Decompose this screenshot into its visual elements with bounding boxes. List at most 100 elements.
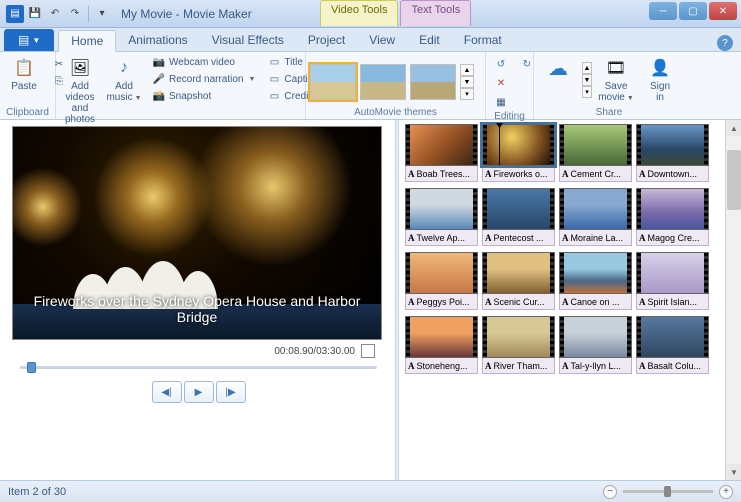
scrollbar-thumb[interactable] [727, 150, 741, 210]
clip-item: ASpirit Islan... [636, 252, 709, 310]
clip-thumbnail[interactable] [405, 188, 478, 230]
automovie-theme-2[interactable] [360, 64, 406, 100]
tab-format[interactable]: Format [452, 29, 514, 51]
clip-caption[interactable]: AMagog Cre... [636, 230, 709, 246]
undo-icon[interactable]: ↶ [46, 5, 64, 23]
tab-project[interactable]: Project [296, 29, 357, 51]
clip-thumbnail[interactable] [636, 252, 709, 294]
contextual-tab-video-tools[interactable]: Video Tools [320, 0, 398, 26]
theme-scroll-up[interactable]: ▲ [460, 64, 474, 76]
automovie-theme-1[interactable] [310, 64, 356, 100]
clip-caption[interactable]: ABasalt Colu... [636, 358, 709, 374]
seek-thumb[interactable] [27, 362, 36, 373]
clip-item: ARiver Tham... [482, 316, 555, 374]
sign-in-button[interactable]: 👤 Sign in [640, 54, 680, 105]
playhead[interactable] [499, 125, 500, 165]
group-label-share: Share [538, 106, 680, 119]
rotate-left-button[interactable]: ↺ [490, 56, 512, 72]
zoom-in-button[interactable]: + [719, 485, 733, 499]
maximize-button[interactable]: ▢ [679, 2, 707, 20]
clip-caption[interactable]: ARiver Tham... [482, 358, 555, 374]
clip-thumbnail[interactable] [482, 252, 555, 294]
share-expand[interactable]: ▾ [582, 86, 592, 98]
paste-button[interactable]: 📋 Paste [4, 54, 44, 94]
clip-caption[interactable]: ABoab Trees... [405, 166, 478, 182]
share-scroll-down[interactable]: ▼ [582, 74, 592, 86]
preview-player[interactable]: Fireworks over the Sydney Opera House an… [12, 126, 382, 340]
automovie-theme-3[interactable] [410, 64, 456, 100]
clip-caption[interactable]: ADowntown... [636, 166, 709, 182]
clip-thumbnail[interactable] [482, 316, 555, 358]
storyboard-scrollbar[interactable]: ▲ ▼ [725, 120, 741, 480]
clip-caption[interactable]: AFireworks o... [482, 166, 555, 182]
zoom-slider[interactable] [623, 490, 713, 493]
fullscreen-button[interactable] [361, 344, 375, 358]
redo-icon[interactable]: ↷ [66, 5, 84, 23]
group-label-editing: Editing [490, 110, 529, 123]
add-music-button[interactable]: ♪ Add music▼ [104, 54, 144, 105]
clip-thumbnail[interactable] [482, 124, 555, 166]
share-scroll-up[interactable]: ▲ [582, 62, 592, 74]
tab-visual-effects[interactable]: Visual Effects [200, 29, 296, 51]
scroll-up-button[interactable]: ▲ [727, 120, 741, 136]
time-display: 00:08.90/03:30.00 [274, 346, 355, 357]
app-menu-icon[interactable]: ▤ [6, 5, 24, 23]
select-all-button[interactable]: ▦ [490, 94, 512, 110]
minimize-button[interactable]: ─ [649, 2, 677, 20]
clip-thumbnail[interactable] [405, 252, 478, 294]
clip-caption[interactable]: APentecost ... [482, 230, 555, 246]
clip-thumbnail[interactable] [636, 188, 709, 230]
clip-caption[interactable]: AMoraine La... [559, 230, 632, 246]
help-button[interactable]: ? [717, 35, 733, 51]
storyboard: ABoab Trees...AFireworks o...ACement Cr.… [399, 120, 741, 480]
remove-button[interactable]: ✕ [490, 75, 512, 91]
clip-caption[interactable]: ATal-y-llyn L... [559, 358, 632, 374]
clip-thumbnail[interactable] [559, 124, 632, 166]
webcam-video-button[interactable]: 📷Webcam video [148, 54, 259, 70]
clip-caption[interactable]: ACanoe on ... [559, 294, 632, 310]
storyboard-row: APeggys Poi...AScenic Cur...ACanoe on ..… [401, 252, 739, 310]
save-icon[interactable]: 💾 [26, 5, 44, 23]
next-frame-button[interactable]: |▶ [216, 381, 246, 403]
scroll-down-button[interactable]: ▼ [727, 464, 741, 480]
contextual-tab-text-tools[interactable]: Text Tools [400, 0, 471, 26]
save-movie-button[interactable]: 🎞 Save movie▼ [596, 54, 636, 105]
tab-edit[interactable]: Edit [407, 29, 452, 51]
clip-thumbnail[interactable] [405, 124, 478, 166]
tab-animations[interactable]: Animations [116, 29, 199, 51]
snapshot-button[interactable]: 📸Snapshot [148, 88, 259, 104]
qat-customize-icon[interactable]: ▾ [93, 5, 111, 23]
clip-thumbnail[interactable] [405, 316, 478, 358]
seek-slider[interactable] [20, 366, 377, 369]
group-automovie: ▲ ▼ ▾ AutoMovie themes [306, 52, 486, 119]
sign-in-icon: 👤 [648, 56, 672, 80]
tab-view[interactable]: View [357, 29, 407, 51]
webcam-icon: 📷 [152, 55, 166, 69]
clip-thumbnail[interactable] [482, 188, 555, 230]
theme-scroll-down[interactable]: ▼ [460, 76, 474, 88]
clip-caption[interactable]: ATwelve Ap... [405, 230, 478, 246]
clip-thumbnail[interactable] [559, 316, 632, 358]
zoom-out-button[interactable]: − [603, 485, 617, 499]
clip-thumbnail[interactable] [636, 316, 709, 358]
clip-thumbnail[interactable] [636, 124, 709, 166]
share-onedrive-button[interactable]: ☁ [538, 54, 578, 83]
theme-expand[interactable]: ▾ [460, 88, 474, 100]
tab-home[interactable]: Home [58, 30, 116, 52]
close-button[interactable]: ✕ [709, 2, 737, 20]
zoom-thumb[interactable] [664, 486, 671, 497]
prev-frame-button[interactable]: ◀| [152, 381, 182, 403]
record-narration-button[interactable]: 🎤Record narration▼ [148, 71, 259, 87]
clip-caption[interactable]: AScenic Cur... [482, 294, 555, 310]
clip-caption[interactable]: AStoneheng... [405, 358, 478, 374]
add-videos-photos-button[interactable]: 🖼 Add videos and photos [60, 54, 100, 127]
clip-caption[interactable]: ASpirit Islan... [636, 294, 709, 310]
clip-item: AMagog Cre... [636, 188, 709, 246]
clip-thumbnail[interactable] [559, 252, 632, 294]
clip-thumbnail[interactable] [559, 188, 632, 230]
clip-caption[interactable]: APeggys Poi... [405, 294, 478, 310]
play-button[interactable]: ▶ [184, 381, 214, 403]
save-movie-icon: 🎞 [604, 56, 628, 80]
file-menu-button[interactable]: ▤▼ [4, 29, 54, 51]
clip-caption[interactable]: ACement Cr... [559, 166, 632, 182]
